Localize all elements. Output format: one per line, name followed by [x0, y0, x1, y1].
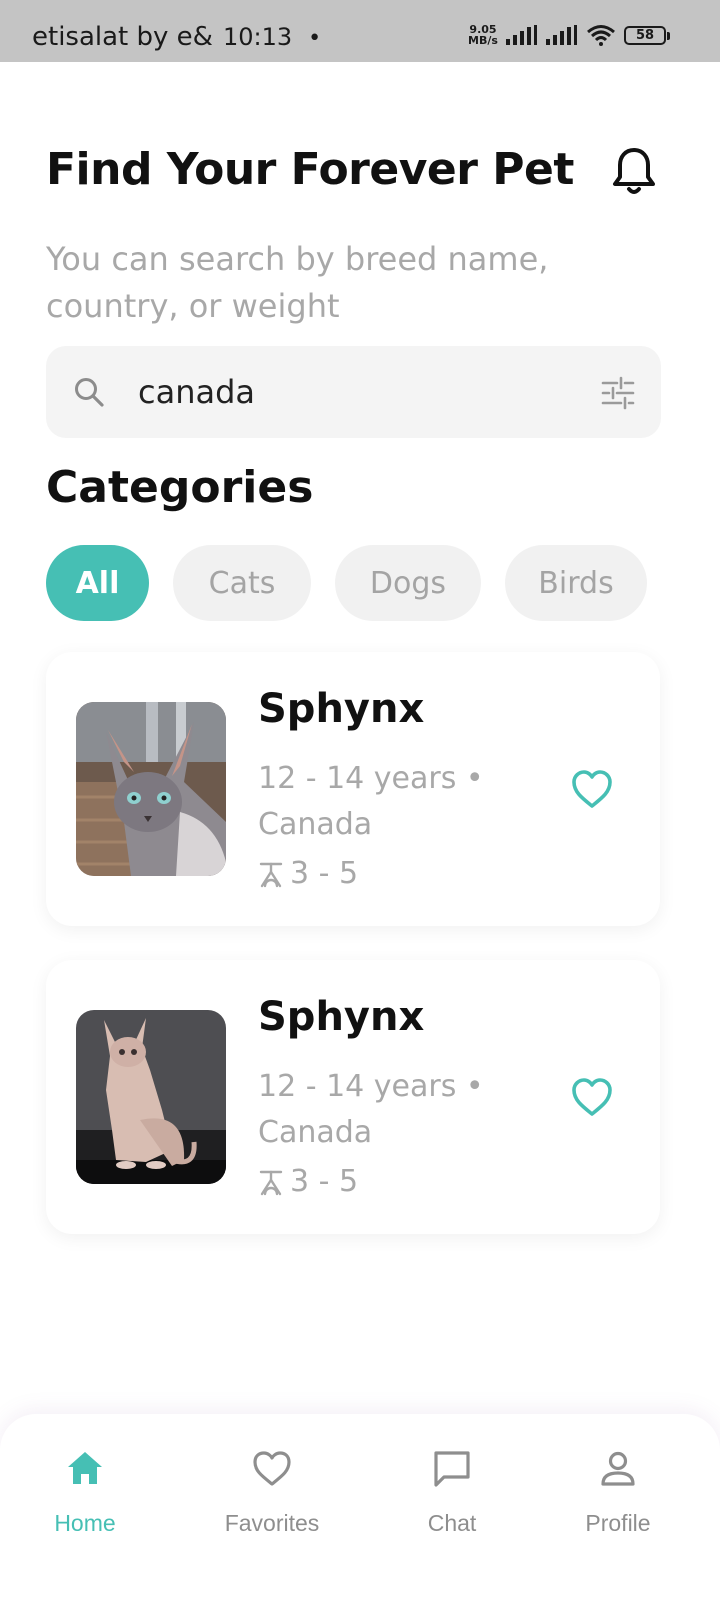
page-subtitle: You can search by breed name, country, o…	[46, 240, 549, 325]
heart-icon	[253, 1451, 291, 1486]
notification-dot: •	[308, 26, 322, 51]
bottom-nav: Home Favorites Chat Profile	[0, 1414, 720, 1600]
filter-icon[interactable]	[600, 376, 636, 410]
status-time: 10:13	[222, 23, 293, 51]
chip-birds[interactable]: Birds	[505, 545, 647, 621]
weight-scale-icon	[259, 862, 283, 887]
pet-meta: 12 - 14 years • Canada	[258, 761, 484, 842]
bell-icon[interactable]	[610, 146, 658, 198]
wifi-icon	[587, 25, 615, 46]
nav-label-favorites: Favorites	[224, 1510, 320, 1536]
signal-icon	[506, 25, 537, 45]
person-icon	[601, 1451, 635, 1486]
battery-indicator: 58	[624, 25, 670, 45]
search-bar[interactable]	[46, 346, 661, 438]
pet-photo	[76, 1010, 226, 1184]
status-bar: etisalat by e& 10:13 • 9.05 MB/s 58	[0, 0, 720, 62]
pet-weight: 3 - 5	[258, 1164, 358, 1199]
category-chips: All Cats Dogs Birds	[46, 545, 647, 621]
nav-item-profile[interactable]: Profile	[548, 1448, 688, 1537]
pet-weight: 3 - 5	[258, 856, 358, 891]
network-speed: 9.05 MB/s	[468, 24, 498, 46]
page-title: Find Your Forever Pet	[46, 144, 574, 195]
home-icon	[68, 1452, 102, 1484]
nav-item-favorites[interactable]: Favorites	[202, 1448, 342, 1537]
heart-icon[interactable]	[570, 1076, 614, 1118]
search-input[interactable]	[138, 366, 568, 418]
network-speed-unit: MB/s	[468, 34, 498, 47]
nav-label-chat: Chat	[427, 1510, 477, 1536]
nav-item-chat[interactable]: Chat	[382, 1448, 522, 1537]
chip-cats[interactable]: Cats	[173, 545, 311, 621]
pet-card[interactable]: Sphynx 12 - 14 years • Canada 3 - 5	[46, 652, 660, 926]
status-right: 9.05 MB/s 58	[468, 24, 670, 46]
chat-icon	[434, 1451, 470, 1487]
status-left: etisalat by e& 10:13 •	[32, 22, 321, 52]
pet-weight-value: 3 - 5	[290, 1164, 359, 1199]
pet-meta: 12 - 14 years • Canada	[258, 1069, 484, 1150]
chip-all[interactable]: All	[46, 545, 149, 621]
pet-name: Sphynx	[258, 686, 425, 732]
pet-card[interactable]: Sphynx 12 - 14 years • Canada 3 - 5	[46, 960, 660, 1234]
pet-photo	[76, 702, 226, 876]
nav-label-home: Home	[54, 1510, 116, 1536]
nav-label-profile: Profile	[585, 1510, 651, 1536]
heart-icon[interactable]	[570, 768, 614, 810]
categories-title: Categories	[46, 462, 314, 513]
search-icon	[75, 378, 104, 407]
weight-scale-icon	[259, 1170, 283, 1195]
chip-dogs[interactable]: Dogs	[335, 545, 481, 621]
nav-item-home[interactable]: Home	[15, 1448, 155, 1537]
pet-name: Sphynx	[258, 994, 425, 1040]
signal-icon-2	[546, 25, 577, 45]
pet-weight-value: 3 - 5	[290, 856, 359, 891]
carrier-name: etisalat by e&	[32, 22, 213, 52]
